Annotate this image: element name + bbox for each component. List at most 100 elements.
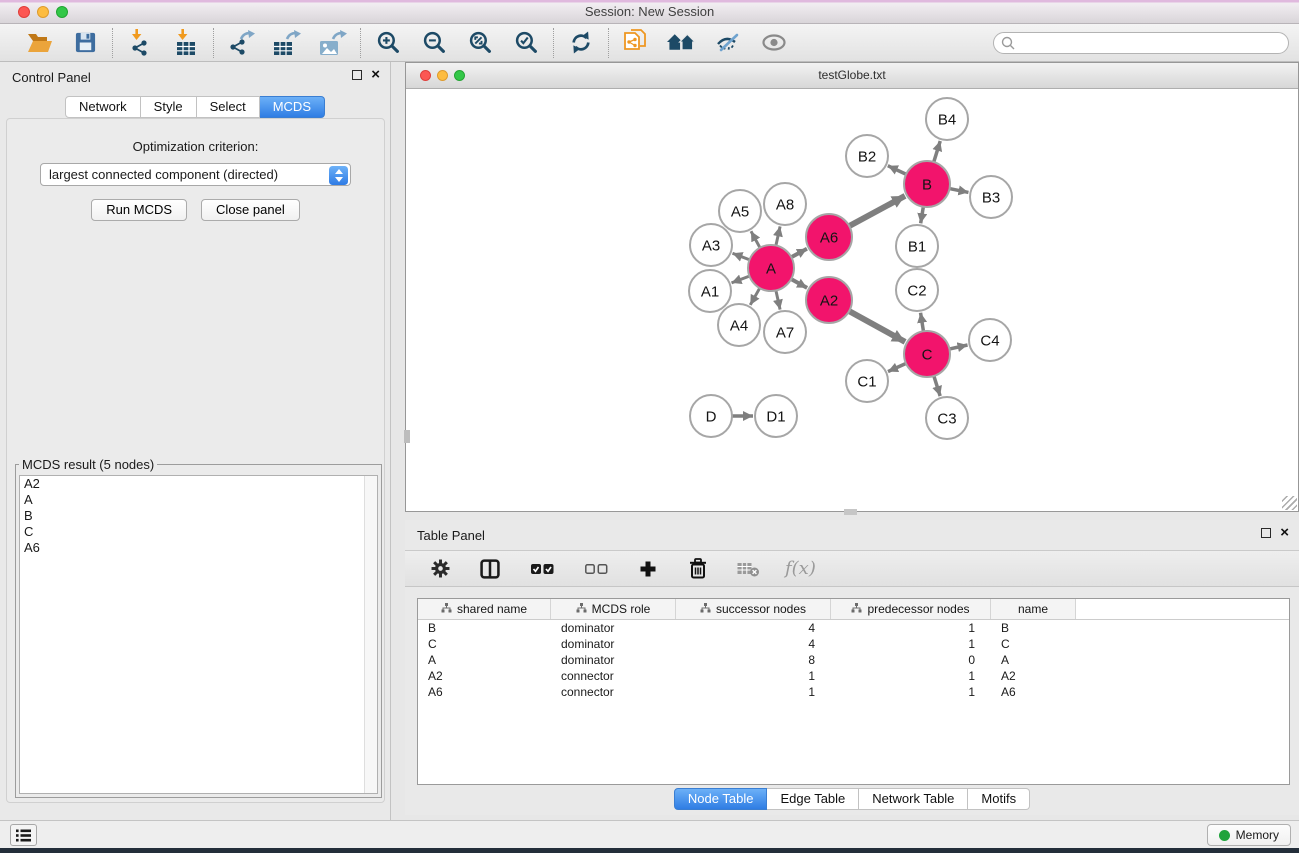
mcds-result-item[interactable]: B	[20, 508, 377, 524]
table-toolbar: f(x)	[405, 550, 1299, 587]
close-panel-icon[interactable]: ×	[371, 69, 380, 81]
column-header-successor-nodes[interactable]: successor nodes	[676, 599, 831, 619]
run-mcds-button[interactable]: Run MCDS	[91, 199, 187, 221]
control-panel-tabs: NetworkStyleSelectMCDS	[65, 96, 325, 118]
net-minimize-button[interactable]	[437, 70, 448, 81]
zoom-out-icon[interactable]	[419, 29, 449, 57]
network-graph-svg: B4B2BB3A5A8A6A3B1AA1C2A2A4A7C4CC1C3DD1	[406, 89, 1298, 511]
tab-node-table[interactable]: Node Table	[674, 788, 768, 810]
zoom-selected-icon[interactable]	[511, 29, 541, 57]
tab-edge-table[interactable]: Edge Table	[767, 788, 859, 810]
edge-A-A1[interactable]	[732, 275, 752, 282]
close-panel-button[interactable]: Close panel	[201, 199, 300, 221]
show-panels-list-button[interactable]	[10, 824, 37, 846]
zoom-fit-icon[interactable]	[465, 29, 495, 57]
search-input[interactable]	[1016, 34, 1288, 52]
first-neighbors-icon[interactable]	[667, 29, 697, 57]
tab-style[interactable]: Style	[141, 96, 197, 118]
edge-A-A2[interactable]	[789, 278, 807, 288]
edge-A6-B[interactable]	[847, 196, 905, 227]
edge-A-A8[interactable]	[775, 226, 780, 247]
optimization-criterion-select[interactable]: largest connected component (directed)	[40, 163, 351, 186]
window-titlebar: Session: New Session	[0, 0, 1299, 24]
table-row[interactable]: Bdominator41B	[418, 620, 1289, 636]
network-horizontal-scroll-thumb[interactable]	[844, 509, 857, 515]
cell: A	[418, 652, 551, 668]
network-canvas[interactable]: B4B2BB3A5A8A6A3B1AA1C2A2A4A7C4CC1C3DD1	[406, 89, 1298, 511]
show-all-icon[interactable]	[759, 29, 789, 57]
edge-A-A7[interactable]	[775, 289, 780, 310]
edge-A-A3[interactable]	[732, 253, 751, 260]
export-image-icon[interactable]	[318, 29, 348, 57]
mcds-result-item[interactable]: C	[20, 524, 377, 540]
net-maximize-button[interactable]	[454, 70, 465, 81]
header-filler	[1076, 599, 1289, 619]
search-field[interactable]	[993, 32, 1289, 54]
column-header-MCDS-role[interactable]: MCDS role	[551, 599, 676, 619]
close-window-button[interactable]	[18, 6, 30, 18]
node-label-C2: C2	[907, 282, 926, 299]
mcds-result-item[interactable]: A	[20, 492, 377, 508]
column-header-name[interactable]: name	[991, 599, 1076, 619]
network-resize-grip[interactable]	[1282, 496, 1297, 510]
table-row[interactable]: Adominator80A	[418, 652, 1289, 668]
tab-select[interactable]: Select	[197, 96, 260, 118]
table-settings-gear-icon[interactable]	[427, 556, 453, 582]
create-column-plus-icon[interactable]	[635, 556, 661, 582]
table-row[interactable]: A2connector11A2	[418, 668, 1289, 684]
new-network-from-selection-icon[interactable]	[621, 29, 651, 57]
column-header-predecessor-nodes[interactable]: predecessor nodes	[831, 599, 991, 619]
select-stepper-icon	[329, 166, 348, 185]
edge-A-A5[interactable]	[751, 231, 761, 249]
toggle-columns-icon[interactable]	[477, 556, 503, 582]
close-table-panel-icon[interactable]: ×	[1280, 527, 1289, 539]
node-label-B3: B3	[982, 189, 1000, 206]
import-table-icon[interactable]	[171, 29, 201, 57]
import-network-icon[interactable]	[125, 29, 155, 57]
minimize-window-button[interactable]	[37, 6, 49, 18]
tab-network[interactable]: Network	[65, 96, 141, 118]
table-body: Bdominator41BCdominator41CAdominator80AA…	[418, 620, 1289, 700]
hide-selected-icon[interactable]	[713, 29, 743, 57]
table-row[interactable]: Cdominator41C	[418, 636, 1289, 652]
export-network-icon[interactable]	[226, 29, 256, 57]
cell: dominator	[551, 636, 676, 652]
edge-B-B3[interactable]	[948, 188, 969, 192]
tab-network-table[interactable]: Network Table	[859, 788, 968, 810]
edge-C-C2[interactable]	[921, 313, 924, 334]
tab-motifs[interactable]: Motifs	[968, 788, 1030, 810]
result-scrollbar[interactable]	[364, 476, 377, 793]
edge-B-B4[interactable]	[933, 141, 940, 164]
zoom-in-icon[interactable]	[373, 29, 403, 57]
cell: dominator	[551, 620, 676, 636]
tab-mcds[interactable]: MCDS	[260, 96, 325, 118]
net-close-button[interactable]	[420, 70, 431, 81]
memory-button[interactable]: Memory	[1207, 824, 1291, 846]
float-panel-icon[interactable]	[352, 70, 362, 80]
float-table-panel-icon[interactable]	[1261, 528, 1271, 538]
select-all-columns-icon[interactable]	[527, 556, 557, 582]
network-window-titlebar[interactable]: testGlobe.txt	[406, 63, 1298, 89]
edge-A-A4[interactable]	[750, 286, 760, 305]
edge-A2-C[interactable]	[847, 310, 905, 342]
mcds-result-item[interactable]: A6	[20, 540, 377, 556]
refresh-icon[interactable]	[566, 29, 596, 57]
function-builder-icon[interactable]: f(x)	[785, 558, 816, 579]
edge-C-C3[interactable]	[933, 374, 940, 396]
export-table-icon[interactable]	[272, 29, 302, 57]
save-session-icon[interactable]	[70, 29, 100, 57]
edge-C-C1[interactable]	[888, 363, 908, 372]
deselect-all-columns-icon[interactable]	[581, 556, 611, 582]
table-row[interactable]: A6connector11A6	[418, 684, 1289, 700]
delete-table-icon[interactable]	[735, 556, 761, 582]
open-session-icon[interactable]	[24, 29, 54, 57]
network-vertical-scroll-thumb[interactable]	[404, 430, 410, 443]
node-table: shared nameMCDS rolesuccessor nodesprede…	[417, 598, 1290, 785]
maximize-window-button[interactable]	[56, 6, 68, 18]
column-header-shared-name[interactable]: shared name	[418, 599, 551, 619]
mcds-result-item[interactable]: A2	[20, 476, 377, 492]
edge-C-C4[interactable]	[947, 345, 967, 349]
cell: connector	[551, 668, 676, 684]
delete-column-trash-icon[interactable]	[685, 556, 711, 582]
edge-B-B2[interactable]	[888, 166, 908, 175]
